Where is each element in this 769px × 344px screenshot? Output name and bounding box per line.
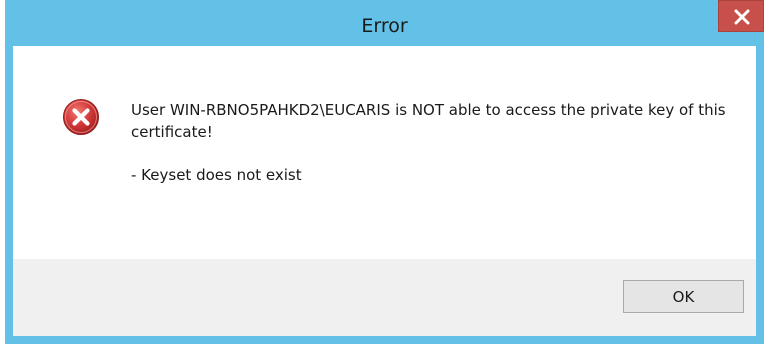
error-icon <box>63 99 99 135</box>
dialog-content: User WIN-RBNO5PAHKD2\EUCARIS is NOT able… <box>13 46 756 259</box>
title-bar[interactable]: Error <box>5 0 764 46</box>
dialog-footer: OK <box>13 259 756 336</box>
close-button[interactable] <box>718 0 764 32</box>
message-text: User WIN-RBNO5PAHKD2\EUCARIS is NOT able… <box>131 101 726 141</box>
error-dialog-window: Error User WIN-RBNO5PAHKD2\EUCARIS is NO… <box>5 0 764 344</box>
close-icon <box>734 9 750 25</box>
window-title: Error <box>361 15 408 37</box>
error-message: User WIN-RBNO5PAHKD2\EUCARIS is NOT able… <box>131 99 731 186</box>
ok-button[interactable]: OK <box>623 280 744 313</box>
detail-text: - Keyset does not exist <box>131 166 302 184</box>
dialog-client-area: User WIN-RBNO5PAHKD2\EUCARIS is NOT able… <box>13 46 756 336</box>
